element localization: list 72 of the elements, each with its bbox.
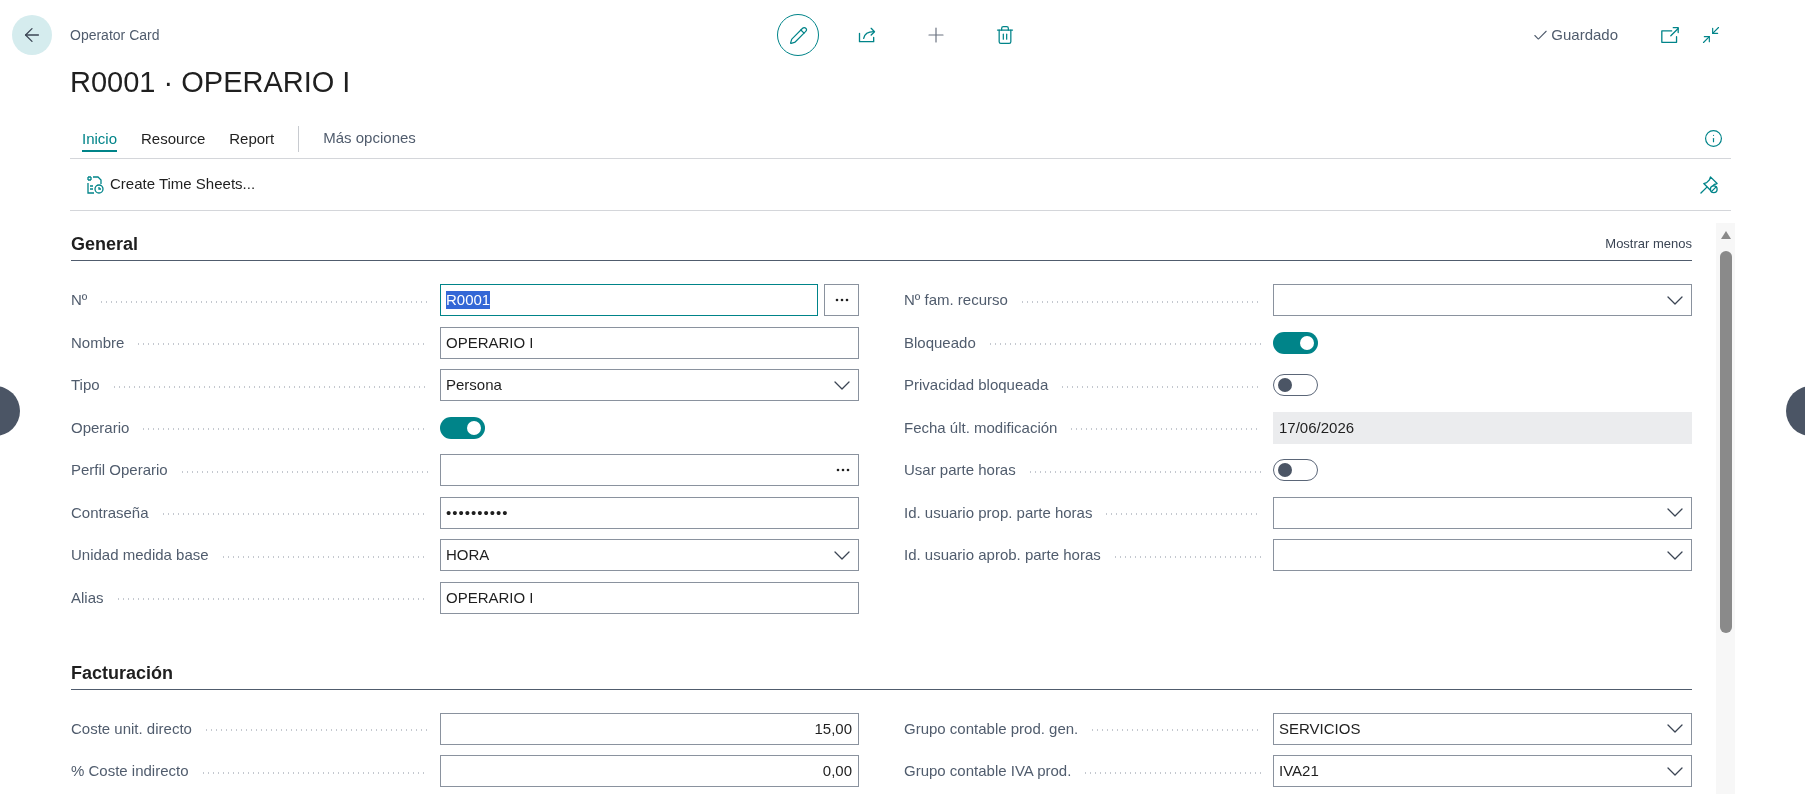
- field-label: Operario: [71, 417, 130, 438]
- trash-icon: [995, 25, 1015, 45]
- field-label: Perfil Operario: [71, 460, 168, 480]
- chevron-down-icon: [1667, 550, 1683, 560]
- field-label: Id. usuario aprob. parte horas: [904, 545, 1101, 565]
- field-label: Nombre: [71, 332, 125, 353]
- edit-button[interactable]: [777, 14, 819, 56]
- tab[interactable]: Report: [217, 119, 287, 158]
- field-label: Alias: [71, 587, 104, 608]
- toggle-switch[interactable]: [440, 416, 485, 439]
- input-field[interactable]: OPERARIO I: [440, 326, 859, 359]
- dropdown-field[interactable]: HORA: [440, 539, 859, 571]
- action-button[interactable]: Create Time Sheets...: [82, 168, 260, 201]
- ellipsis-icon: [836, 468, 850, 472]
- field-label: Grupo contable IVA prod.: [904, 761, 1072, 781]
- tab[interactable]: Inicio: [70, 119, 130, 158]
- more-options-tab[interactable]: Más opciones: [311, 119, 428, 158]
- pin-off-icon[interactable]: [1700, 175, 1719, 194]
- password-field[interactable]: ••••••••••: [440, 496, 859, 529]
- input-field[interactable]: 0,00: [440, 755, 859, 787]
- record-title: R0001 · OPERARIO I: [70, 65, 351, 100]
- read-only-field: 17/06/2026: [1273, 411, 1692, 444]
- back-button[interactable]: [12, 15, 52, 55]
- field-label: Id. usuario prop. parte horas: [904, 502, 1093, 523]
- chevron-down-icon: [1667, 724, 1683, 733]
- toggle-switch[interactable]: [1273, 459, 1318, 481]
- field-label: Privacidad bloqueada: [904, 375, 1049, 395]
- chevron-down-icon: [834, 550, 850, 560]
- lookup-field[interactable]: [440, 454, 859, 486]
- scrollbar[interactable]: [1716, 223, 1735, 794]
- collapse-arrows-icon: [1701, 25, 1721, 45]
- show-less-link[interactable]: Mostrar menos: [1605, 234, 1692, 254]
- chevron-down-icon: [1667, 508, 1683, 517]
- dropdown-field[interactable]: Persona: [440, 369, 859, 401]
- info-icon[interactable]: [1704, 129, 1723, 148]
- chevron-down-icon: [1667, 766, 1683, 776]
- field-label: Nº: [71, 290, 88, 310]
- pencil-icon: [788, 25, 808, 45]
- assist-button[interactable]: [824, 284, 859, 316]
- dropdown-field[interactable]: [1273, 496, 1692, 529]
- field-label: Contraseña: [71, 502, 149, 523]
- tab[interactable]: Resource: [129, 119, 218, 158]
- input-field[interactable]: R0001: [440, 284, 818, 316]
- field-label: Coste unit. directo: [71, 718, 192, 739]
- scroll-up-arrow-icon[interactable]: [1720, 231, 1731, 239]
- dropdown-field[interactable]: [1273, 284, 1692, 316]
- dropdown-field[interactable]: [1273, 539, 1692, 571]
- field-label: Unidad medida base: [71, 545, 209, 565]
- open-in-new-icon: [1660, 26, 1680, 44]
- save-status: Guardado: [1551, 24, 1618, 45]
- field-label: Fecha últ. modificación: [904, 417, 1058, 438]
- field-label: Usar parte horas: [904, 460, 1016, 480]
- chevron-down-icon: [834, 380, 850, 390]
- sheet-clock-icon: [86, 175, 104, 194]
- dropdown-field[interactable]: SERVICIOS: [1273, 712, 1692, 745]
- chevron-down-icon: [1667, 295, 1683, 305]
- ellipsis-icon: [834, 298, 849, 302]
- share-icon: [857, 25, 877, 45]
- input-field[interactable]: 15,00: [440, 712, 859, 745]
- field-label: Grupo contable prod. gen.: [904, 718, 1079, 739]
- field-label: % Coste indirecto: [71, 761, 189, 781]
- page-caption: Operator Card: [70, 25, 160, 45]
- scrollbar-thumb[interactable]: [1719, 251, 1732, 633]
- field-label: Tipo: [71, 375, 100, 395]
- toggle-switch[interactable]: [1273, 331, 1318, 354]
- dropdown-field[interactable]: IVA21: [1273, 755, 1692, 787]
- input-field[interactable]: OPERARIO I: [440, 581, 859, 614]
- section-title: General: [71, 233, 139, 256]
- field-label: Bloqueado: [904, 332, 976, 353]
- toggle-switch[interactable]: [1273, 374, 1318, 396]
- field-label: Nº fam. recurso: [904, 290, 1008, 310]
- section-title: Facturación: [71, 661, 174, 685]
